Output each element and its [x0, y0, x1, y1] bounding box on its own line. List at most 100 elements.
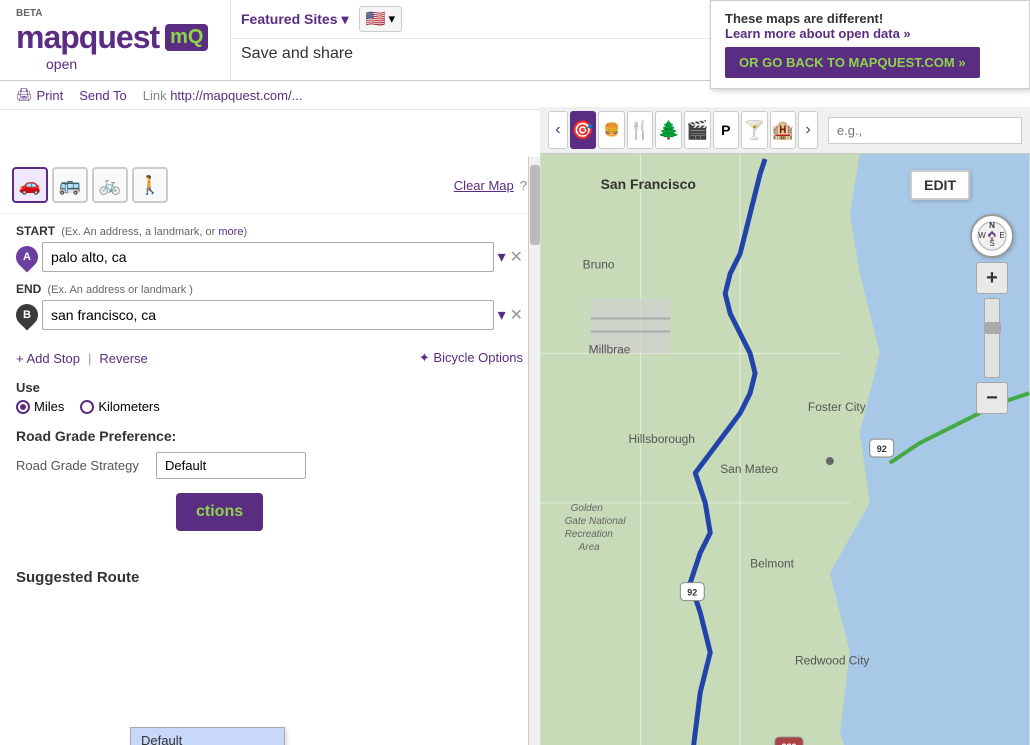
poi-icon-food[interactable]: 🍔: [598, 111, 625, 149]
map-svg: 92 280 92 San Francisco Bruno Millbrae H…: [540, 154, 1030, 745]
clear-map-area: Clear Map ?: [454, 178, 527, 193]
end-clear-icon[interactable]: ✕: [510, 305, 523, 325]
poi-icon-restaurant[interactable]: 🍴: [627, 111, 654, 149]
svg-text:E: E: [999, 231, 1004, 240]
route-form: START (Ex. An address, a landmark, or mo…: [0, 214, 539, 350]
tooltip-link[interactable]: Learn more about open data »: [725, 26, 1015, 41]
poi-icon-bar[interactable]: 🍸: [741, 111, 768, 149]
transport-walk-button[interactable]: 🚶: [132, 167, 168, 203]
clear-map-button[interactable]: Clear Map: [454, 178, 514, 193]
suggested-route-section: Suggested Route: [0, 559, 539, 596]
separator: |: [88, 351, 91, 366]
get-directions-button[interactable]: ctions: [176, 493, 263, 531]
svg-text:Gate National: Gate National: [565, 516, 627, 527]
help-icon[interactable]: ?: [520, 178, 527, 193]
svg-text:92: 92: [687, 588, 697, 598]
transport-bike-button[interactable]: 🚲: [92, 167, 128, 203]
start-input-row: A ▾ ✕: [16, 242, 523, 272]
road-grade-select[interactable]: Default Avoid up hill Avoid down hill Av…: [156, 452, 306, 479]
svg-text:San Francisco: San Francisco: [601, 176, 696, 192]
start-hint: (Ex. An address, a landmark, or more): [61, 226, 247, 238]
nav-area: Featured Sites ▾ 🇺🇸 ▾ These maps are dif…: [230, 0, 1030, 80]
zoom-slider[interactable]: [984, 298, 1000, 378]
zoom-out-button[interactable]: −: [976, 382, 1008, 414]
poi-icon-hotel[interactable]: 🏨: [770, 111, 797, 149]
svg-text:Area: Area: [578, 542, 600, 553]
map-background[interactable]: 92 280 92 San Francisco Bruno Millbrae H…: [540, 154, 1030, 745]
tooltip-title: These maps are different!: [725, 11, 1015, 26]
svg-text:San Mateo: San Mateo: [720, 462, 778, 476]
poi-search-input[interactable]: [828, 117, 1022, 144]
road-grade-label: Road Grade Strategy: [16, 458, 146, 473]
km-label: Kilometers: [98, 399, 159, 414]
poi-nav-right-button[interactable]: ›: [798, 111, 818, 149]
start-clear-icon[interactable]: ✕: [510, 247, 523, 267]
map-area[interactable]: ‹ 🎯 🍔 🍴 🌲 🎬 P 🍸 🏨 ›: [540, 107, 1030, 745]
svg-text:Redwood City: Redwood City: [795, 653, 869, 667]
start-input[interactable]: [42, 242, 494, 272]
scroll-thumb: [530, 165, 540, 245]
link-url[interactable]: http://mapquest.com/...: [170, 88, 302, 103]
map-controls: N S W E + −: [970, 214, 1014, 414]
reverse-button[interactable]: Reverse: [99, 351, 147, 366]
end-input[interactable]: [42, 300, 494, 330]
miles-radio[interactable]: [16, 400, 30, 414]
bicycle-options-button[interactable]: ✦ Bicycle Options: [419, 350, 523, 366]
flag-button[interactable]: 🇺🇸 ▾: [359, 6, 402, 32]
transport-car-button[interactable]: 🚗: [12, 167, 48, 203]
route-options: + Add Stop | Reverse ✦ Bicycle Options U…: [0, 350, 539, 479]
featured-sites-arrow-icon: ▾: [341, 11, 348, 28]
svg-text:Bruno: Bruno: [583, 258, 615, 272]
edit-button[interactable]: EDIT: [910, 170, 970, 200]
kilometers-option[interactable]: Kilometers: [80, 399, 159, 414]
add-stop-button[interactable]: + Add Stop: [16, 351, 80, 366]
svg-text:92: 92: [877, 444, 887, 454]
zoom-in-button[interactable]: +: [976, 262, 1008, 294]
logo-text: mapquest: [16, 19, 159, 56]
dropdown-item-default[interactable]: Default: [131, 728, 284, 745]
flag-arrow-icon: ▾: [388, 11, 395, 27]
mapquest-back-button[interactable]: OR GO BACK TO MAPQUEST.COM »: [725, 47, 980, 78]
svg-text:N: N: [989, 221, 995, 230]
dropdown-menu: Default Avoid up hill Avoid down hill Av…: [130, 727, 285, 745]
end-hint: (Ex. An address or landmark ): [47, 284, 193, 296]
send-to-button[interactable]: Send To: [79, 88, 126, 103]
featured-sites-label: Featured Sites: [241, 11, 337, 27]
miles-option[interactable]: Miles: [16, 399, 64, 414]
logo-main: mapquest mQ: [16, 19, 214, 56]
get-directions-area: ctions: [0, 493, 539, 559]
header: BETA mapquest mQ open Featured Sites ▾ 🇺…: [0, 0, 1030, 81]
poi-icon-cinema[interactable]: 🎬: [684, 111, 711, 149]
km-radio[interactable]: [80, 400, 94, 414]
start-more-link[interactable]: more: [218, 226, 243, 238]
svg-text:Golden: Golden: [571, 503, 604, 514]
left-scroll[interactable]: [528, 157, 540, 745]
use-section: Use Miles Kilometers: [16, 380, 523, 414]
logo-beta: BETA: [16, 8, 214, 19]
logo-open: open: [46, 56, 214, 72]
zoom-thumb: [985, 322, 1001, 334]
transport-bus-button[interactable]: 🚌: [52, 167, 88, 203]
save-share-text: Save and share: [241, 45, 353, 63]
svg-text:Recreation: Recreation: [565, 529, 614, 540]
add-stop-row: + Add Stop | Reverse ✦ Bicycle Options: [16, 350, 523, 366]
link-label: Link: [143, 88, 167, 103]
poi-icon-parking[interactable]: P: [713, 111, 740, 149]
print-icon: 🖨: [16, 87, 33, 103]
marker-a: A: [11, 241, 42, 272]
end-dropdown-arrow-icon[interactable]: ▾: [498, 305, 506, 325]
start-label-text: START: [16, 224, 55, 238]
poi-nav-left-button[interactable]: ‹: [548, 111, 568, 149]
compass[interactable]: N S W E: [970, 214, 1014, 258]
svg-text:Millbrae: Millbrae: [589, 342, 631, 356]
poi-icon-target[interactable]: 🎯: [570, 111, 597, 149]
suggested-route-title: Suggested Route: [16, 569, 523, 586]
svg-text:W: W: [978, 231, 986, 240]
featured-sites-button[interactable]: Featured Sites ▾: [241, 11, 349, 28]
end-input-row: B ▾ ✕: [16, 300, 523, 330]
poi-icon-park[interactable]: 🌲: [655, 111, 682, 149]
start-dropdown-arrow-icon[interactable]: ▾: [498, 247, 506, 267]
send-to-label: Send To: [79, 88, 126, 103]
road-grade-section: Road Grade Preference: Road Grade Strate…: [16, 428, 523, 479]
print-button[interactable]: 🖨 Print: [16, 87, 63, 103]
